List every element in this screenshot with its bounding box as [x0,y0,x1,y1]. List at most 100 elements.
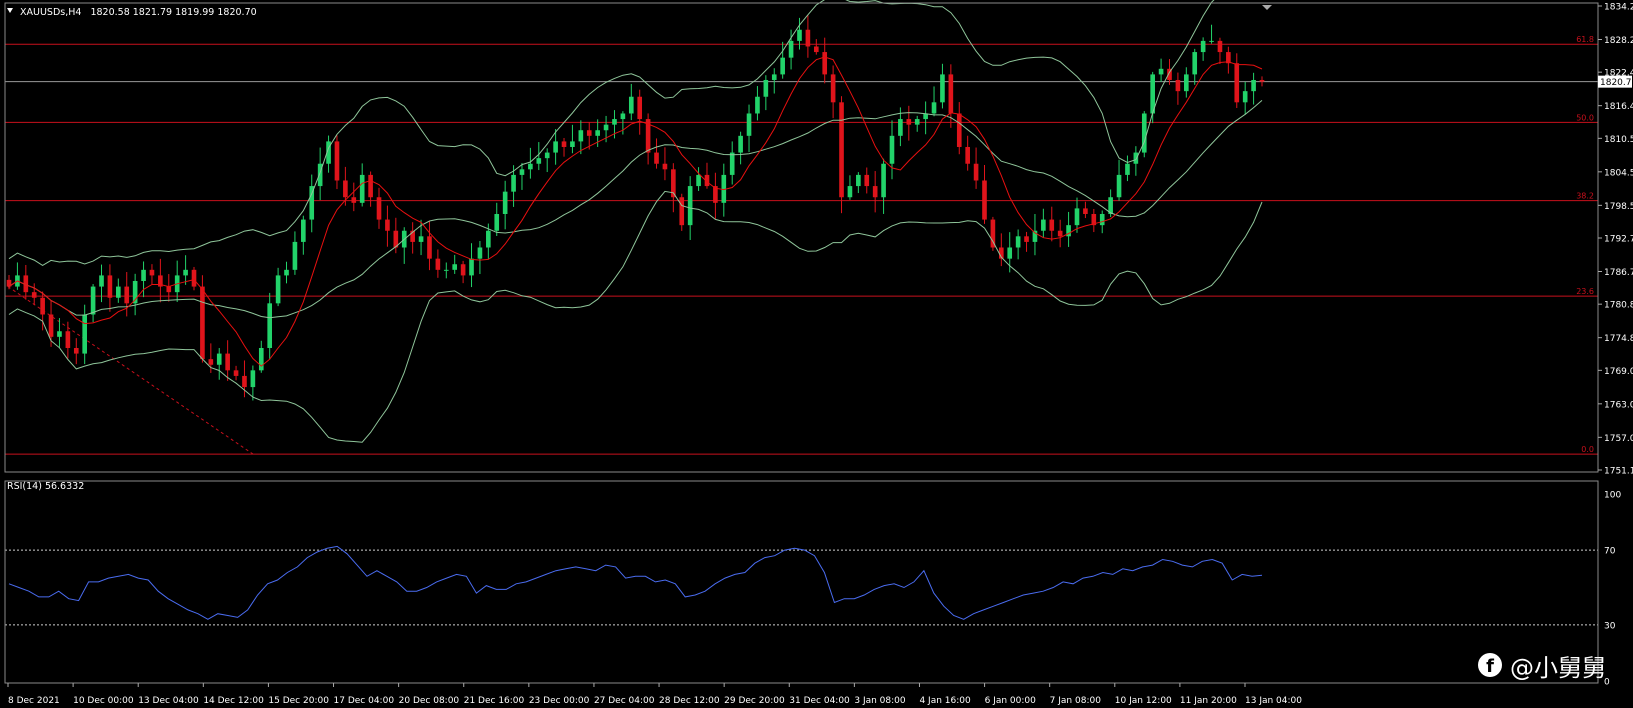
candle-body [898,119,903,136]
candle-body [662,163,668,170]
time-axis-label: 29 Dec 20:00 [724,696,785,706]
candle-body [956,113,962,147]
candle-body [553,141,558,153]
price-axis-label: 1769.00 [1604,367,1633,377]
candle-body [940,74,945,103]
candle [284,261,289,284]
watermark: f @小舅舅 [1478,648,1606,682]
rsi-pane[interactable] [5,545,1598,626]
candle [1158,58,1164,83]
candle [258,340,264,373]
time-axis-label: 6 Jan 00:00 [985,696,1037,706]
price-axis-label: 1786.70 [1604,268,1633,278]
candle [1234,53,1240,108]
candle [746,104,752,153]
candle [1032,214,1038,256]
candle [662,147,668,181]
candle-body [864,174,870,187]
candle [460,260,466,284]
time-axis-label: 13 Jan 04:00 [1245,696,1302,706]
price-pane[interactable]: 61.8 50.0 38.2 23.6 0.0 [5,0,1598,455]
candle [1175,72,1181,105]
candle [771,68,777,94]
candle [124,272,130,317]
price-axis-label: 1816.40 [1604,102,1633,112]
candle [561,137,567,157]
candle [435,249,441,278]
candle [671,163,676,213]
candle-body [334,141,340,181]
price-axis-label: 1757.00 [1604,434,1633,444]
candle [351,182,357,212]
trading-chart[interactable]: 61.850.038.223.60.0 1834.251828.251822.4… [0,0,1633,708]
candle-body [813,46,819,53]
price-axis-label: 1780.85 [1604,301,1633,311]
time-axis-label: 8 Dec 2021 [8,696,60,706]
candle-body [1200,40,1206,53]
candle-body [544,152,550,159]
rsi-line [8,545,1263,620]
candle-body [166,286,172,293]
candle-body [696,174,701,187]
candle [6,274,12,290]
candle-body [494,213,500,231]
candle [443,262,449,279]
candle [469,243,474,288]
candle [990,216,996,251]
candle [713,172,718,220]
candle [1049,206,1055,242]
candle [805,15,811,58]
candle-body [990,219,996,248]
candle-body [1209,40,1214,42]
chart-menu-arrow-icon[interactable] [7,8,13,13]
candle-body [1007,247,1013,259]
candle [267,292,273,360]
candle-body [275,275,281,304]
candle-body [216,353,222,365]
candle [1066,211,1071,247]
candle-body [149,269,155,276]
candle-body [965,146,970,164]
price-axis-label: 1774.85 [1604,334,1633,344]
candle-body [1158,68,1164,75]
candle [292,231,298,275]
time-axis-label: 3 Jan 08:00 [854,696,906,706]
candle [864,167,870,194]
candle [116,278,121,303]
candle-body [31,292,37,298]
candle-body [418,236,424,242]
candle [763,75,769,111]
candle-body [847,186,853,198]
candle [830,65,836,119]
fib-level-label: 61.8 [1576,35,1594,44]
candle [385,205,390,247]
candle [23,264,29,300]
candle [679,193,685,231]
candle-body [502,191,508,214]
candle-body [183,269,188,276]
candle-body [376,197,382,220]
candle [1141,111,1147,158]
candle-body [267,303,273,348]
symbol-header: XAUUSDs,H4 1820.58 1821.79 1819.99 1820.… [20,7,257,18]
candle-body [1175,79,1181,92]
candle-body [452,264,458,270]
candle [31,283,37,305]
candle-body [536,158,542,164]
candle-body [746,113,752,136]
price-pane-frame [4,2,1599,473]
candle-body [351,197,357,203]
time-axis-label: 15 Dec 20:00 [268,696,329,706]
candle [628,83,634,121]
rsi-axis-label: 100 [1604,491,1621,501]
candle [452,254,458,274]
candle-body [191,269,197,287]
rsi-pane-frame [4,480,1599,684]
candle-body [385,219,390,231]
candle-body [856,174,861,187]
candle-body [443,269,449,271]
candle-body [208,359,214,365]
current-price-label: 1820.70 [1600,78,1633,88]
candle [301,215,306,255]
candle [233,365,239,381]
